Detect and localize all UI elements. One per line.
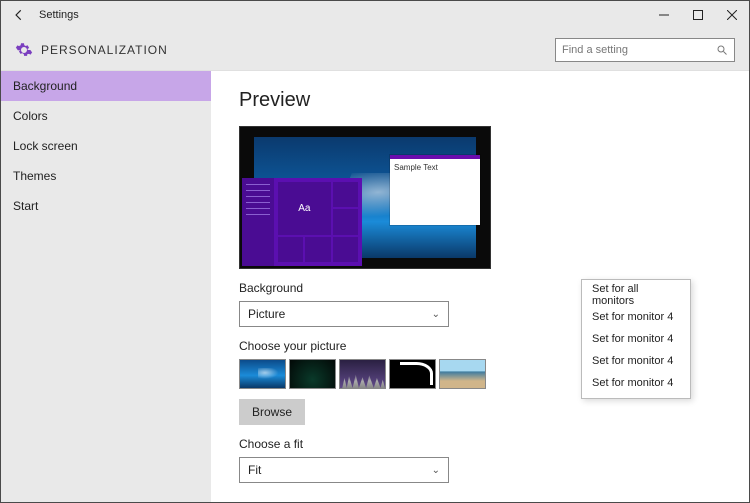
sidebar-item-label: Start: [13, 199, 38, 213]
sidebar-item-label: Lock screen: [13, 139, 78, 153]
preview-sample-window: Sample Text: [390, 155, 480, 225]
search-placeholder: Find a setting: [562, 44, 628, 56]
preview-tile-aa: Aa: [278, 182, 331, 235]
preview-heading: Preview: [239, 89, 749, 112]
maximize-icon: [693, 10, 703, 20]
settings-window: Settings PERSONALIZATION Find a setting …: [0, 0, 750, 503]
browse-button[interactable]: Browse: [239, 399, 305, 425]
maximize-button[interactable]: [681, 1, 715, 29]
chevron-down-icon: ⌄: [432, 465, 440, 476]
background-value: Picture: [248, 307, 285, 321]
minimize-icon: [659, 10, 669, 20]
gear-icon: [15, 41, 33, 59]
sidebar-item-label: Colors: [13, 109, 48, 123]
choose-fit-label: Choose a fit: [239, 437, 749, 451]
context-menu-item[interactable]: Set for monitor 4: [582, 306, 690, 328]
context-menu-item[interactable]: Set for monitor 4: [582, 328, 690, 350]
sidebar-item-lockscreen[interactable]: Lock screen: [1, 131, 211, 161]
context-menu-item[interactable]: Set for monitor 4: [582, 372, 690, 394]
close-button[interactable]: [715, 1, 749, 29]
search-input[interactable]: Find a setting: [555, 38, 735, 62]
sidebar-item-themes[interactable]: Themes: [1, 161, 211, 191]
body: Background Colors Lock screen Themes Sta…: [1, 71, 749, 502]
picture-thumb[interactable]: [339, 359, 386, 389]
sidebar: Background Colors Lock screen Themes Sta…: [1, 71, 211, 502]
fit-dropdown[interactable]: Fit ⌄: [239, 457, 449, 483]
picture-thumb[interactable]: [239, 359, 286, 389]
back-button[interactable]: [1, 1, 37, 29]
main-content: Preview Aa Sample Text Background Pictur…: [211, 71, 749, 502]
sidebar-item-label: Background: [13, 79, 77, 93]
window-title: Settings: [37, 9, 647, 21]
background-dropdown[interactable]: Picture ⌄: [239, 301, 449, 327]
context-menu-item[interactable]: Set for all monitors: [582, 284, 690, 306]
close-icon: [727, 10, 737, 20]
picture-thumb[interactable]: [389, 359, 436, 389]
page-title: PERSONALIZATION: [41, 43, 168, 57]
picture-thumb[interactable]: [289, 359, 336, 389]
preview-startmenu: Aa: [242, 178, 362, 266]
window-controls: [647, 1, 749, 29]
sidebar-item-label: Themes: [13, 169, 56, 183]
minimize-button[interactable]: [647, 1, 681, 29]
picture-thumb[interactable]: [439, 359, 486, 389]
arrow-left-icon: [12, 8, 26, 22]
context-menu: Set for all monitors Set for monitor 4 S…: [581, 279, 691, 399]
context-menu-item[interactable]: Set for monitor 4: [582, 350, 690, 372]
sidebar-item-background[interactable]: Background: [1, 71, 211, 101]
sidebar-item-colors[interactable]: Colors: [1, 101, 211, 131]
fit-value: Fit: [248, 463, 261, 477]
header: PERSONALIZATION Find a setting: [1, 29, 749, 71]
sidebar-item-start[interactable]: Start: [1, 191, 211, 221]
search-icon: [716, 44, 728, 56]
preview-image: Aa Sample Text: [239, 126, 491, 269]
titlebar: Settings: [1, 1, 749, 29]
chevron-down-icon: ⌄: [432, 309, 440, 320]
